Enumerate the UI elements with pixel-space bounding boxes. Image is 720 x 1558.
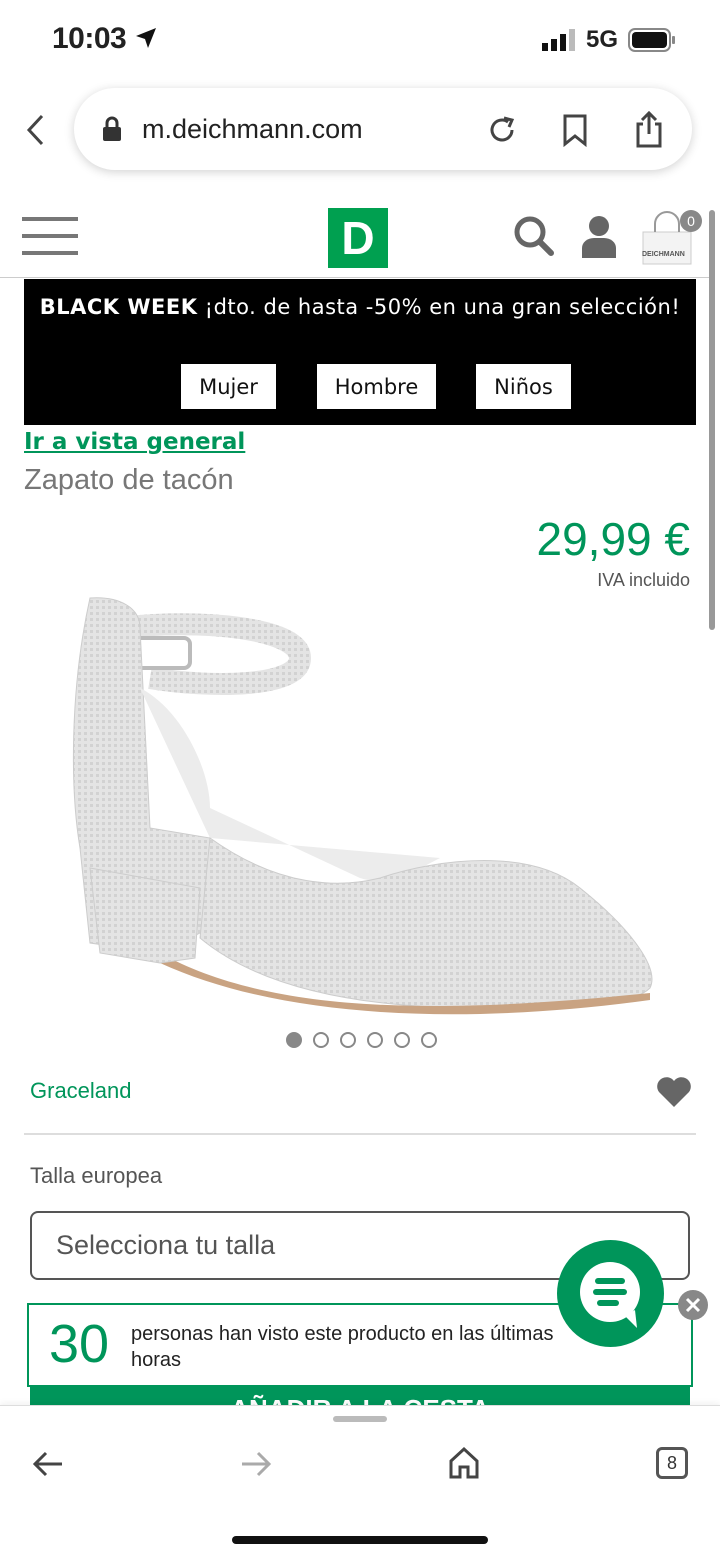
- views-text: personas han visto este producto en las …: [131, 1323, 554, 1371]
- promo-text: BLACK WEEK ¡dto. de hasta -50% en una gr…: [24, 287, 696, 328]
- tabs-button[interactable]: 8: [656, 1447, 688, 1479]
- location-arrow-icon: [136, 28, 157, 48]
- network-label: 5G: [585, 26, 618, 53]
- reload-icon[interactable]: [486, 114, 518, 146]
- banner-button-mujer[interactable]: Mujer: [181, 364, 276, 409]
- bookmark-icon[interactable]: [562, 113, 588, 147]
- product-price: 29,99 €: [536, 513, 690, 565]
- carousel-dot[interactable]: [286, 1032, 302, 1048]
- signal-icon: [541, 29, 575, 51]
- close-notice-button[interactable]: [678, 1290, 708, 1320]
- close-icon: [685, 1297, 701, 1313]
- chat-button[interactable]: [557, 1240, 664, 1347]
- heart-icon[interactable]: [656, 1076, 692, 1108]
- back-chevron-icon[interactable]: [24, 113, 48, 147]
- carousel-dot[interactable]: [313, 1032, 329, 1048]
- home-indicator: [232, 1536, 488, 1544]
- status-time: 10:03: [52, 22, 158, 56]
- overview-link[interactable]: Ir a vista general: [24, 429, 245, 455]
- banner-button-hombre[interactable]: Hombre: [317, 364, 436, 409]
- status-indicators: 5G: [541, 26, 676, 54]
- cart-brand-text: DEICHMANN: [642, 251, 685, 258]
- home-icon[interactable]: [448, 1446, 480, 1480]
- url-text[interactable]: m.deichmann.com: [142, 114, 363, 145]
- product-title: Zapato de tacón: [24, 464, 234, 496]
- cart-count-badge: 0: [680, 210, 702, 232]
- user-icon[interactable]: [580, 214, 618, 258]
- back-arrow-icon[interactable]: [32, 1450, 64, 1478]
- promo-body: ¡dto. de hasta -50% en una gran selecció…: [197, 295, 681, 319]
- carousel-dot[interactable]: [340, 1032, 356, 1048]
- chat-icon: [580, 1262, 640, 1328]
- header-divider: [0, 277, 710, 278]
- banner-button-ninos[interactable]: Niños: [476, 364, 571, 409]
- views-count: 30: [49, 1314, 110, 1374]
- forward-arrow-icon[interactable]: [240, 1450, 272, 1478]
- image-carousel-dots: [286, 1032, 437, 1048]
- menu-icon[interactable]: [22, 214, 78, 258]
- divider: [24, 1133, 696, 1135]
- lock-icon: [103, 116, 121, 141]
- battery-icon: [628, 28, 675, 52]
- search-icon[interactable]: [513, 215, 555, 257]
- product-image[interactable]: [60, 588, 660, 1028]
- toolbar-grabber[interactable]: [333, 1416, 387, 1422]
- carousel-dot[interactable]: [421, 1032, 437, 1048]
- carousel-dot[interactable]: [394, 1032, 410, 1048]
- brand-link[interactable]: Graceland: [30, 1078, 132, 1104]
- promo-highlight: BLACK WEEK: [39, 295, 198, 319]
- promo-banner: BLACK WEEK ¡dto. de hasta -50% en una gr…: [24, 279, 696, 425]
- size-label: Talla europea: [30, 1163, 163, 1188]
- share-icon[interactable]: [634, 110, 664, 148]
- deichmann-logo[interactable]: D: [328, 208, 388, 268]
- cart-bag[interactable]: DEICHMANN 0: [640, 210, 702, 266]
- scrollbar[interactable]: [709, 210, 715, 630]
- carousel-dot[interactable]: [367, 1032, 383, 1048]
